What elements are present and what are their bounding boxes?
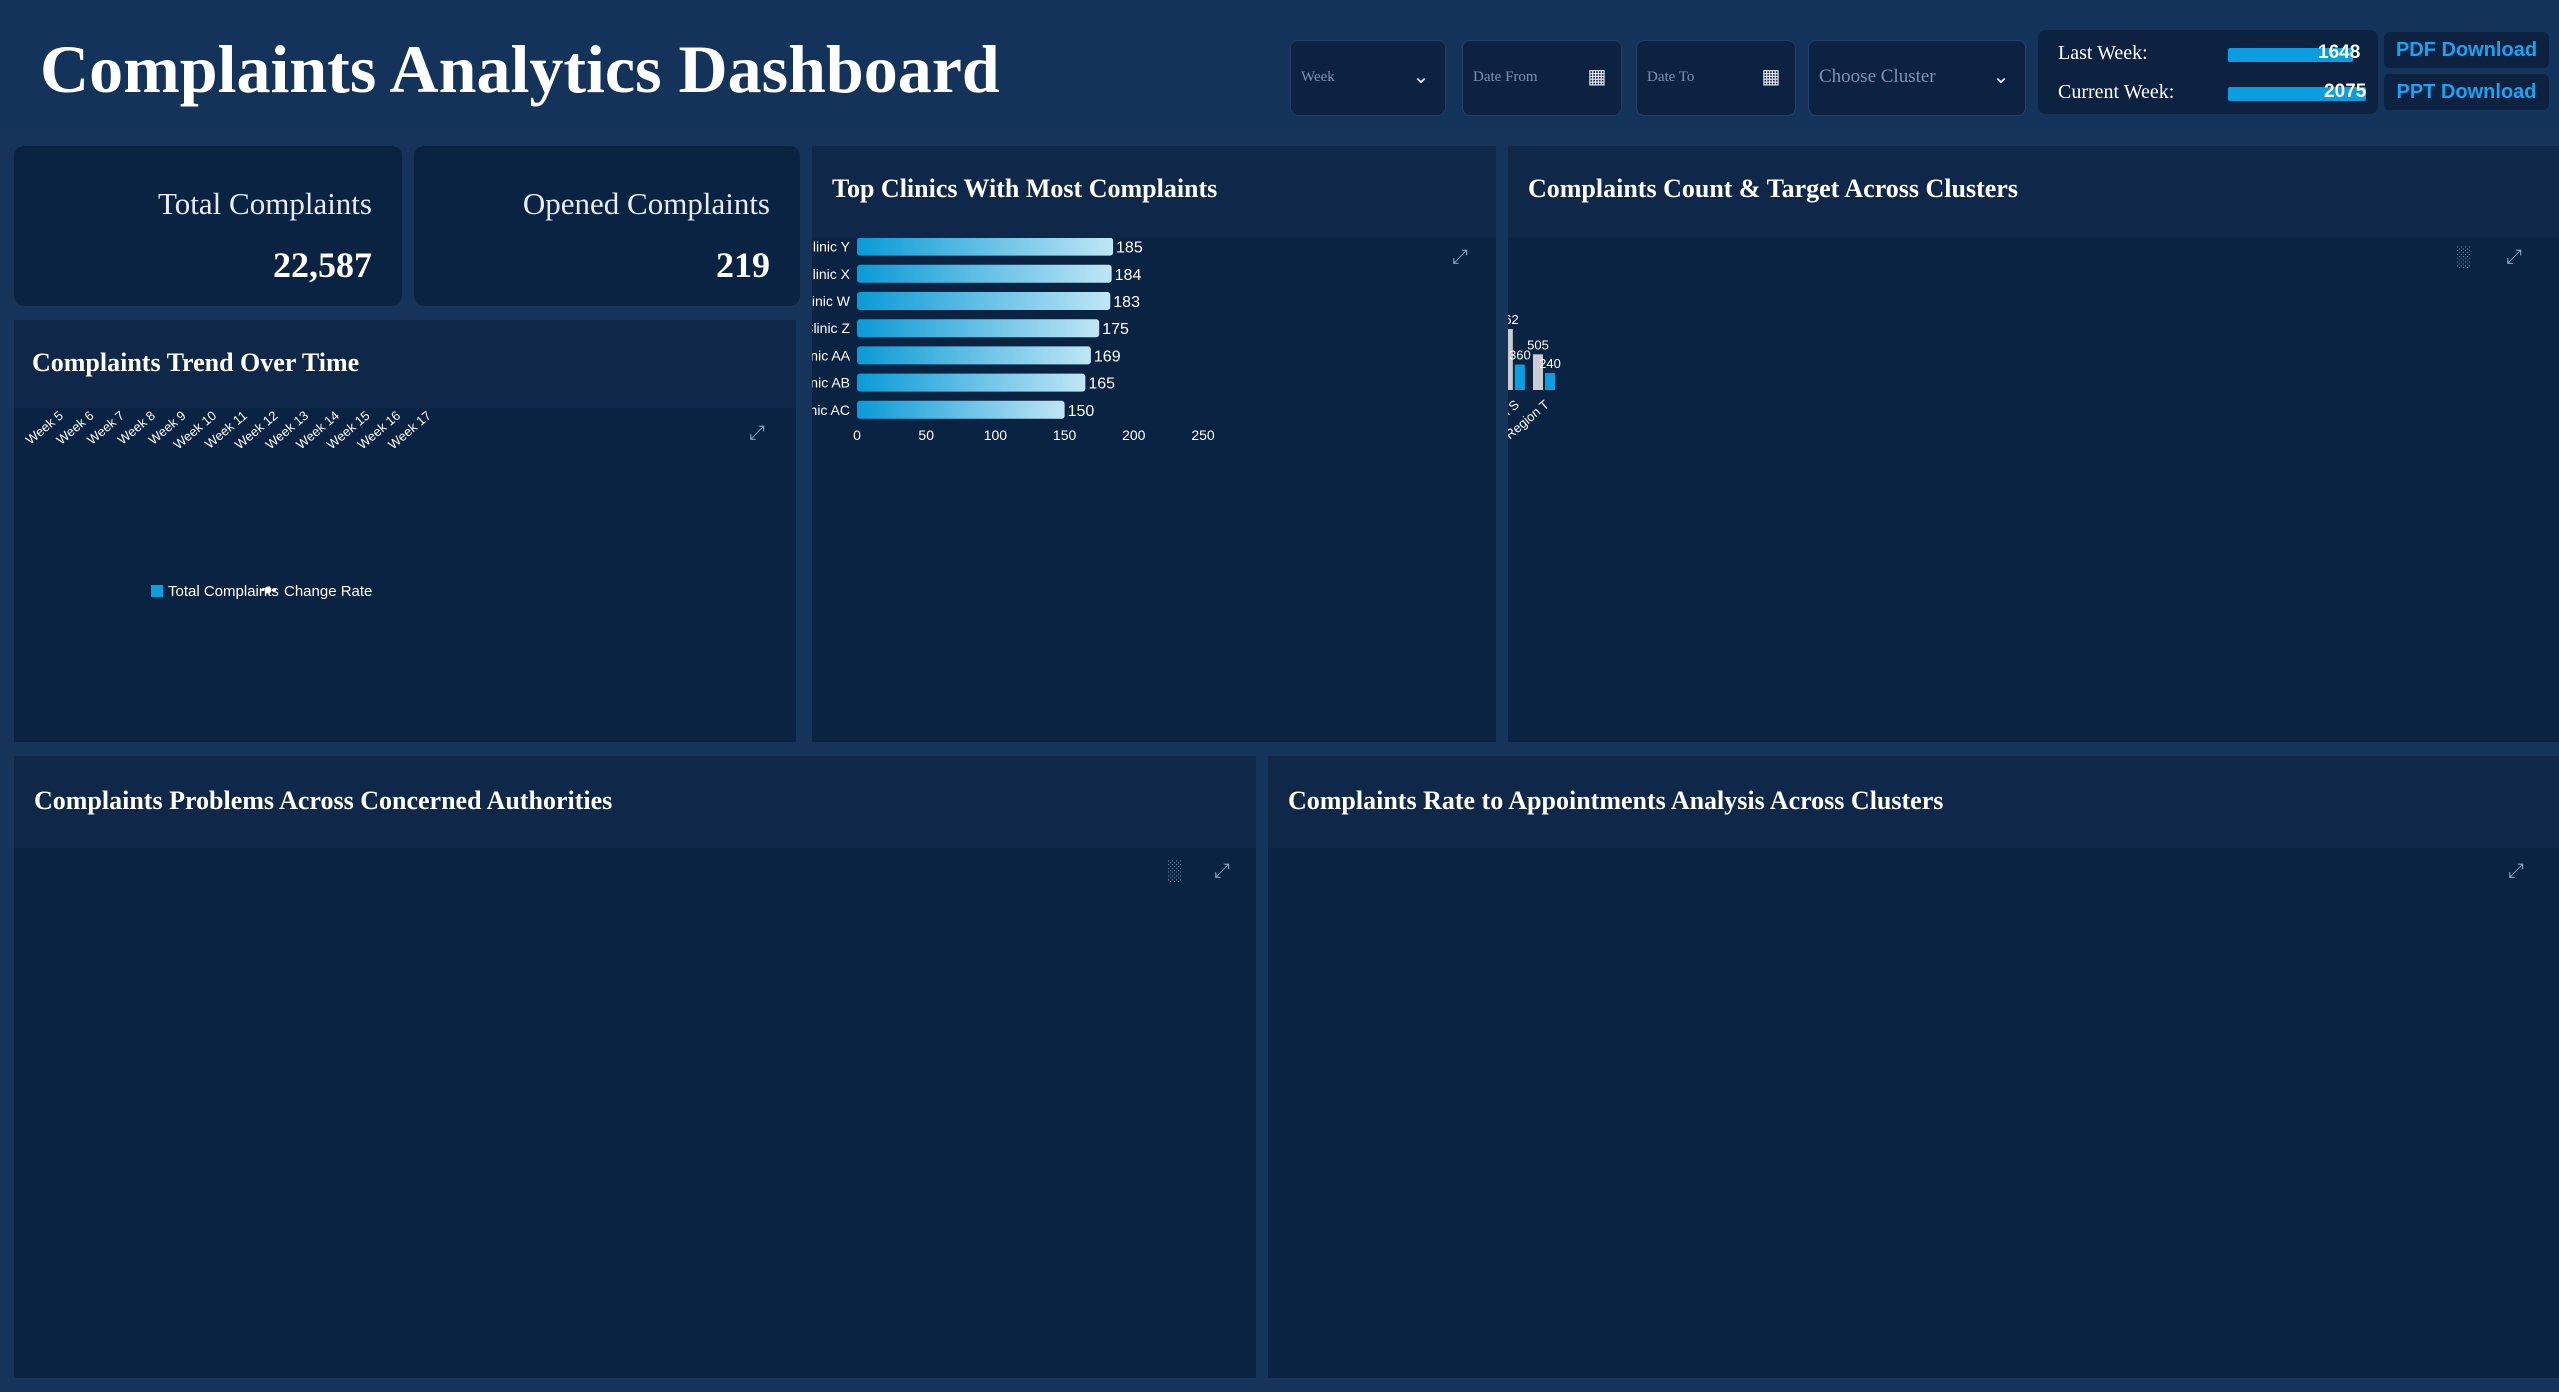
clinic-value: 183 [1113,294,1140,311]
trend-chart: Total ComplaintsChange Rate2500200015001… [23,408,434,600]
weekly-summary: Last Week: 1648 Current Week: 2075 [2038,30,2378,114]
ppt-download-button[interactable]: PPT Download [2384,74,2549,110]
total-complaints-card: Total Complaints 22,587 [14,146,402,306]
problems-chart: Region G30%9%36%5%8%9%4%Region A31%8%36%… [14,848,1256,1378]
clinic-label: Clinic AB [812,375,850,391]
total-complaints-label: Total Complaints [158,186,372,221]
chevron-down-icon: ⌄ [1412,66,1430,88]
clinic-bar [857,238,1114,256]
clinic-bar [857,400,1065,419]
appointments-title: Complaints Rate to Appointments Analysis… [1288,786,1944,815]
opened-complaints-label: Opened Complaints [522,186,770,221]
clinic-bar [857,264,1112,283]
clinic-value: 175 [1102,321,1129,338]
complaints-value: 862 [1508,312,1519,327]
problems-title: Complaints Problems Across Concerned Aut… [34,786,613,815]
cluster-placeholder: Choose Cluster [1819,66,1936,87]
target-bar [1545,373,1555,390]
appointments-chart: Total AppointmentsTotal ComplaintsCompla… [1268,848,2559,1378]
total-complaints-value: 22,587 [273,245,372,285]
clinic-bar [857,373,1086,392]
clinic-bar [857,292,1111,310]
date-from-placeholder: Date From [1473,69,1538,85]
x-tick-label: 50 [918,427,934,443]
date-to-placeholder: Date To [1647,69,1695,85]
legend-swatch-total [151,585,163,597]
target-bar [1514,364,1525,390]
date-from-field[interactable]: Date From ▦ [1462,40,1622,116]
clinics-title: Top Clinics With Most Complaints [832,174,1218,203]
current-week-label: Current Week: [2058,81,2175,103]
clinic-value: 165 [1088,376,1115,393]
clusters-chart: ComplaintsTarget300025002000150010005000… [1508,312,1561,443]
x-tick-label: 250 [1191,427,1215,443]
clinic-label: Clinic AA [812,347,851,363]
clusters-title: Complaints Count & Target Across Cluster… [1528,174,2018,203]
x-tick-label: 0 [853,427,861,443]
cluster-dropdown[interactable]: Choose Cluster ⌄ [1808,40,2026,116]
opened-complaints-card: Opened Complaints 219 [414,146,800,306]
clinic-label: Clinic AC [812,402,850,418]
date-to-field[interactable]: Date To ▦ [1636,40,1796,116]
target-value: 240 [1539,356,1561,371]
last-week-label: Last Week: [2058,42,2148,64]
trend-panel: Complaints Trend Over Time ⤢ Total Compl… [14,320,796,742]
clinic-value: 150 [1068,403,1095,420]
clusters-panel: Complaints Count & Target Across Cluster… [1508,146,2559,742]
x-tick-label: 150 [1053,427,1077,443]
legend-dot-change [264,586,272,594]
clinic-label: Clinic X [812,266,851,282]
week-dropdown[interactable]: Week ⌄ [1290,40,1446,116]
x-tick-label: 200 [1122,427,1146,443]
clinic-label: Clinic Z [812,320,850,336]
clinic-value: 184 [1115,267,1142,284]
clinic-value: 169 [1094,348,1121,365]
last-week-value: 1648 [2318,42,2361,63]
clinic-value: 185 [1116,240,1143,257]
calendar-icon: ▦ [1761,66,1781,88]
clinic-bar [857,319,1100,338]
clinics-chart: Clinic U230Clinic V216Clinic DN193Clinic… [812,238,1215,443]
appointments-panel: Complaints Rate to Appointments Analysis… [1268,756,2559,1378]
calendar-icon: ▦ [1587,66,1607,88]
legend-label-total: Total Complaints [168,583,279,600]
clinic-bar [857,346,1091,365]
current-week-value: 2075 [2324,81,2367,102]
x-tick-label: 100 [984,427,1008,443]
complaints-value: 505 [1527,337,1549,352]
clinic-label: Clinic Y [812,239,851,255]
pdf-download-button[interactable]: PDF Download [2384,32,2549,68]
problems-panel: Complaints Problems Across Concerned Aut… [14,756,1256,1378]
week-placeholder: Week [1301,69,1335,85]
chevron-down-icon: ⌄ [1992,66,2010,88]
clinics-panel: Top Clinics With Most Complaints ⤢ Clini… [812,146,1496,742]
page-title: Complaints Analytics Dashboard [40,31,1000,107]
legend-label-change: Change Rate [284,583,372,600]
opened-complaints-value: 219 [716,245,770,285]
trend-title: Complaints Trend Over Time [32,348,360,377]
clinic-label: Clinic W [812,293,851,309]
